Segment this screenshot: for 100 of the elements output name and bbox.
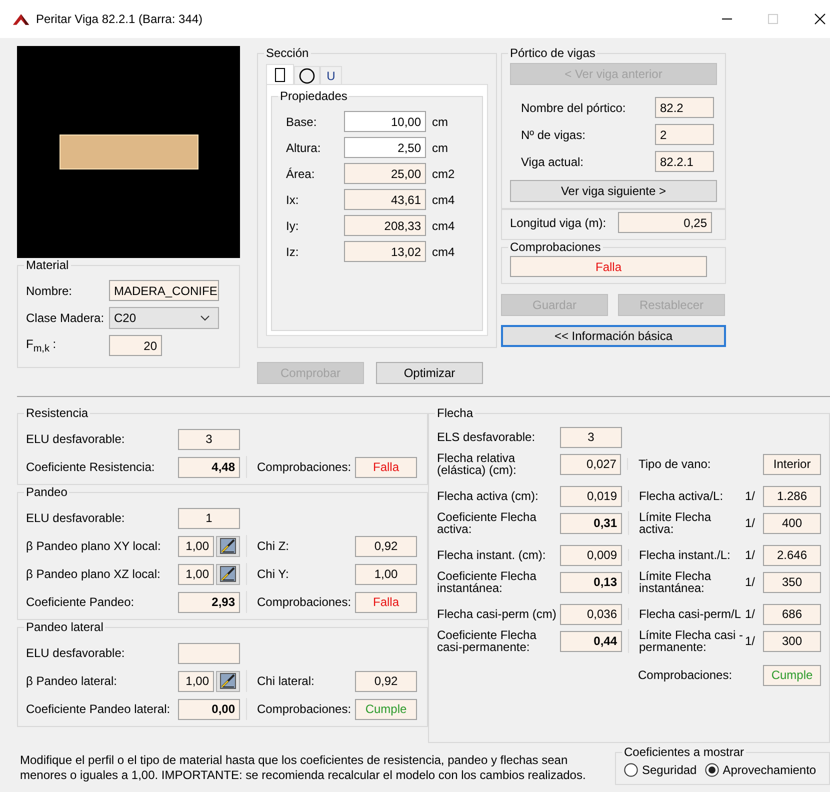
value-field: 1,00 <box>178 670 214 692</box>
value-field: 1,00 <box>178 564 214 584</box>
input-field[interactable]: 2,50 <box>344 137 426 158</box>
radio-option[interactable]: Seguridad <box>624 762 697 776</box>
value-field: 400 <box>763 512 821 534</box>
rectangle-icon <box>275 68 285 82</box>
field-label: Coeficiente Flecha activa: <box>437 511 538 535</box>
input-field: 208,33 <box>344 215 426 236</box>
value-field: 0,00 <box>178 698 240 720</box>
value-field <box>178 642 240 664</box>
field-label: Altura: <box>285 140 322 154</box>
input-field: 13,02 <box>344 241 426 262</box>
field-label: Comprobaciones: <box>637 669 734 681</box>
value-field: 0,027 <box>560 454 622 474</box>
hint-text: Modifique el perfil o el tipo de material hasta que los coeficientes de resistencia, pandeo y flechas sean menores o iguales a 1,00. IMPORTANTE: se recomienda recalcular el modelo con los cambios realizados. <box>20 753 587 784</box>
unit-label: cm4 <box>432 218 455 232</box>
ratio-prefix: 1/ <box>745 575 756 589</box>
app-icon <box>12 12 30 26</box>
group-title: Coeficientes a mostrar <box>623 745 746 759</box>
value-field: 0,92 <box>355 670 417 692</box>
field-label: ELU desfavorable: <box>26 646 126 660</box>
tab[interactable] <box>294 66 320 84</box>
value-field: 0,036 <box>560 604 622 624</box>
field-label: Ix: <box>285 192 300 206</box>
field-label: ELU desfavorable: <box>26 511 126 525</box>
field-label: β Pandeo plano XY local: <box>26 539 162 553</box>
next-button[interactable]: Ver viga siguiente > <box>510 180 717 202</box>
group-title: Flecha <box>436 406 474 420</box>
input-field[interactable]: 10,00 <box>344 111 426 132</box>
value-field: 2,93 <box>178 592 240 612</box>
field-label: Flecha activa (cm): <box>437 490 540 502</box>
field-label: β Pandeo lateral: <box>26 674 118 688</box>
value-field: 1.286 <box>763 486 821 506</box>
status-field: Cumple <box>355 698 417 720</box>
field-label: ELU desfavorable: <box>26 432 126 446</box>
status-field: Falla <box>355 456 417 478</box>
value-field: 1,00 <box>355 564 417 584</box>
value-field: 0,009 <box>560 544 622 566</box>
edit-button[interactable] <box>216 670 240 692</box>
field-label: Límite Flecha activa: <box>628 511 745 535</box>
field-label: Coeficiente Flecha casi-permanente: <box>437 629 538 653</box>
field-label: Flecha casi-perm (cm) <box>437 608 558 620</box>
field-label: Coeficiente Resistencia: <box>26 460 156 474</box>
field-label: Flecha activa/L: <box>628 490 745 502</box>
group-title: Material <box>25 258 70 272</box>
group-title: Sección <box>265 46 310 60</box>
circle-icon <box>299 68 315 84</box>
window-title: Peritar Viga 82.2.1 (Barra: 344) <box>36 12 203 26</box>
value-field: 0,019 <box>560 486 622 506</box>
value-field: 0,44 <box>560 630 622 652</box>
value-field: 350 <box>763 572 821 592</box>
field-label: Área: <box>285 166 316 180</box>
ratio-prefix: 1/ <box>745 516 756 530</box>
value-field: 2 <box>655 124 714 145</box>
close-icon[interactable] <box>814 13 826 25</box>
ratio-prefix: 1/ <box>745 548 756 562</box>
radio-option[interactable]: Aprovechamiento <box>704 762 816 776</box>
value-field: 0,25 <box>618 212 712 233</box>
unit-label: cm4 <box>432 192 455 206</box>
status-field: Falla <box>355 592 417 612</box>
input-field: 43,61 <box>344 189 426 210</box>
unit-label: cm <box>432 140 448 154</box>
input-field[interactable]: MADERA_CONIFE <box>109 280 219 301</box>
basic-info-button[interactable]: << Información básica <box>501 325 726 347</box>
field-label: Flecha instant./L: <box>628 549 745 561</box>
field-label: Nº de vigas: <box>521 128 586 142</box>
edit-button[interactable] <box>216 564 240 584</box>
field-label: Iz: <box>285 244 300 258</box>
unit-label: cm2 <box>432 166 455 180</box>
value-field: 4,48 <box>178 456 240 478</box>
group-title: Pandeo <box>25 485 68 499</box>
field-label: Coeficiente Pandeo: <box>26 595 136 609</box>
status-field: Cumple <box>763 664 821 686</box>
chevron-icon <box>200 315 210 321</box>
field-label: Viga actual: <box>521 154 584 168</box>
field-label: Clase Madera: <box>26 311 106 325</box>
field-label: Longitud viga (m): <box>510 216 608 230</box>
field-label: F$_{m,k}$ : <box>26 336 58 354</box>
input-field: 25,00 <box>344 163 426 184</box>
value-field: 82.2.1 <box>655 151 714 172</box>
dropdown[interactable]: C20 <box>109 307 219 329</box>
value-field: 82.2 <box>655 97 714 118</box>
field-label: β Pandeo plano XZ local: <box>26 567 162 581</box>
field-label: Iy: <box>285 218 300 232</box>
tab[interactable] <box>266 64 294 84</box>
group-title: Comprobaciones <box>509 240 602 254</box>
value-field: 300 <box>763 630 821 652</box>
status-field: Falla <box>510 256 707 277</box>
field-label: Límite Flecha instantánea: <box>628 570 745 594</box>
field-label: Base: <box>285 114 318 128</box>
tab[interactable]: U <box>320 66 342 84</box>
edit-button[interactable] <box>216 536 240 556</box>
ratio-prefix: 1/ <box>745 634 756 648</box>
group-title: Pórtico de vigas <box>509 46 596 60</box>
group-title: Pandeo lateral <box>25 620 104 634</box>
field-label: Coeficiente Flecha instantánea: <box>437 570 538 594</box>
action-button[interactable]: Optimizar <box>376 362 483 384</box>
ratio-prefix: 1/ <box>745 489 756 503</box>
field-label: Flecha casi-perm/L <box>628 608 745 620</box>
input-field[interactable]: 20 <box>109 335 162 356</box>
